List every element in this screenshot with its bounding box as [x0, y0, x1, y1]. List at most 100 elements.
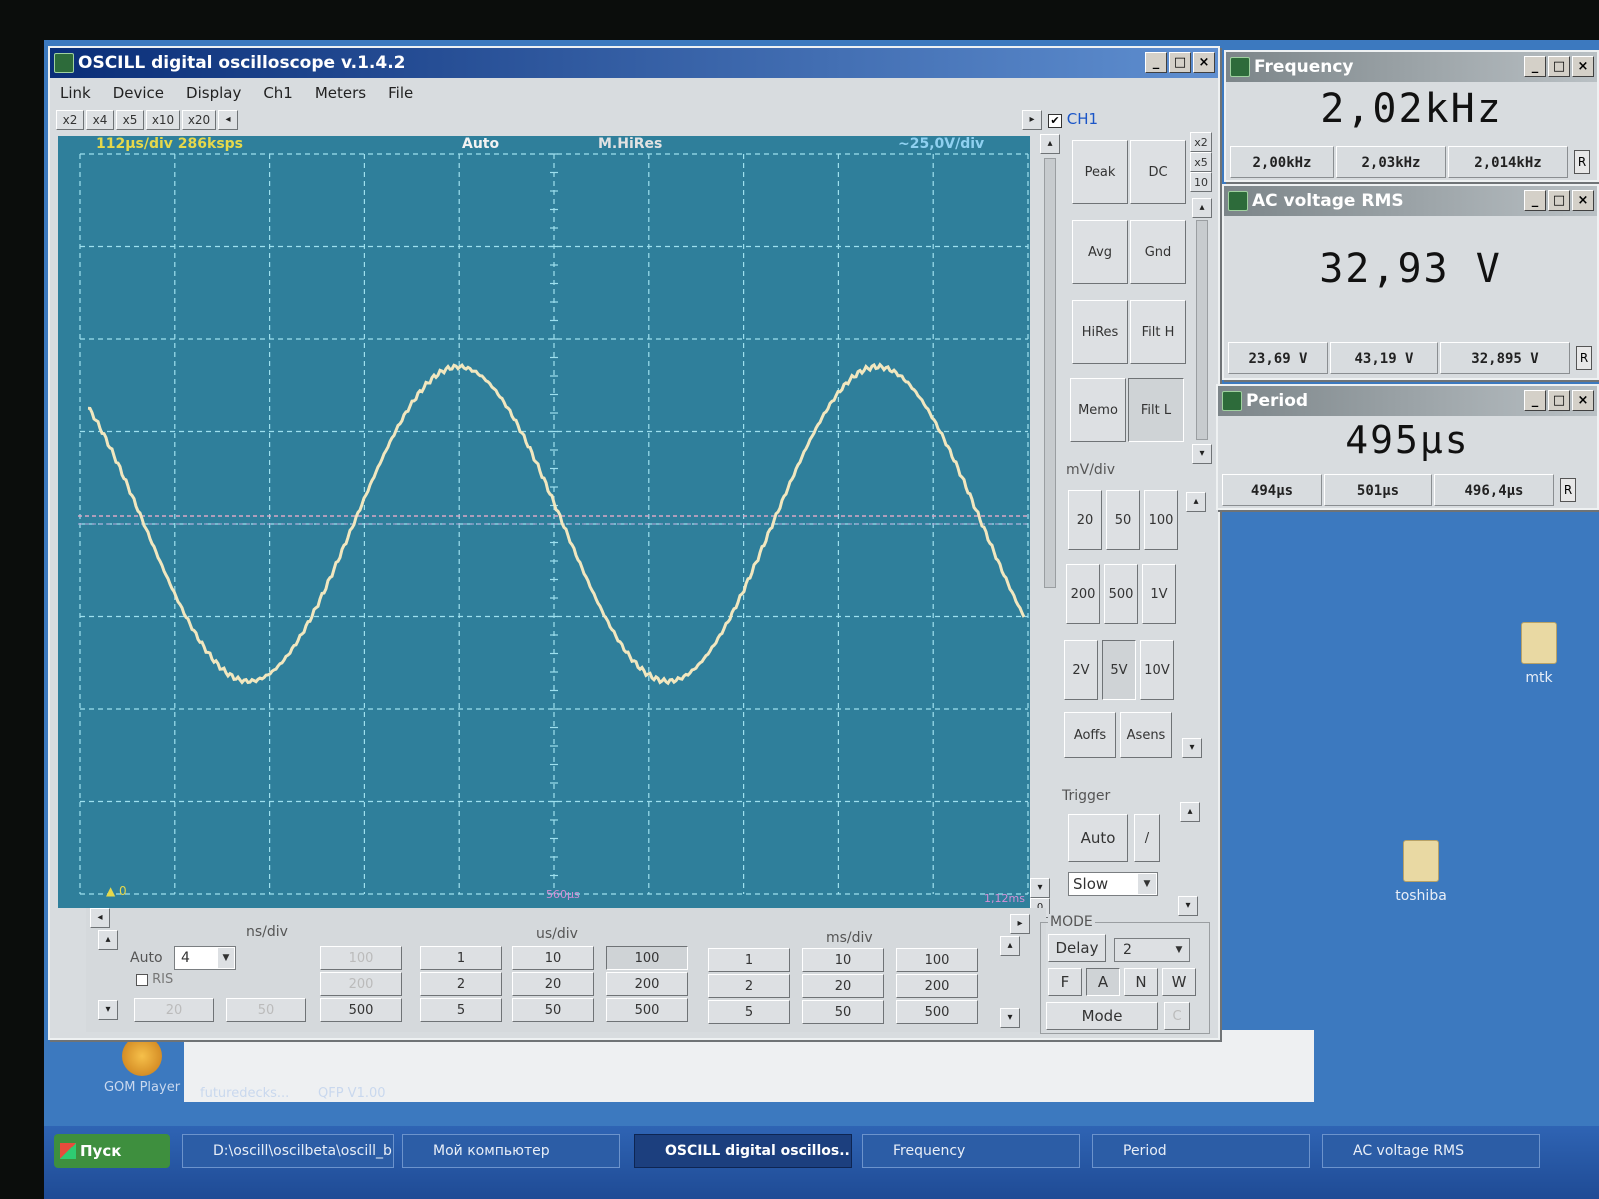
scroll-up-arrow-icon[interactable]: ▴	[1040, 134, 1060, 154]
voltage-title-bar[interactable]: AC voltage RMS _ □ ×	[1224, 186, 1597, 216]
peak-button[interactable]: Peak	[1072, 140, 1128, 204]
period-title-bar[interactable]: Period _ □ ×	[1218, 386, 1597, 416]
ms-5-button[interactable]: 5	[708, 1000, 790, 1024]
ms-20-button[interactable]: 20	[802, 974, 884, 998]
trigger-scroll-down-icon[interactable]: ▾	[1178, 896, 1198, 916]
us-100-button[interactable]: 100	[606, 946, 688, 970]
ms-50-button[interactable]: 50	[802, 1000, 884, 1024]
mode-c-button[interactable]: C	[1164, 1002, 1190, 1030]
scroll-left-arrow-icon[interactable]: ◂	[218, 110, 238, 130]
trigger-auto-button[interactable]: Auto	[1068, 814, 1128, 862]
scroll-down-arrow-icon[interactable]: ▾	[1030, 878, 1050, 898]
maximize-button[interactable]: □	[1548, 390, 1570, 411]
dc-button[interactable]: DC	[1130, 140, 1186, 204]
taskbar-item-folder[interactable]: D:\oscill\oscilbeta\oscill_b...	[182, 1134, 394, 1168]
hires-button[interactable]: HiRes	[1072, 300, 1128, 364]
minimize-button[interactable]: _	[1524, 56, 1546, 77]
ms-2-button[interactable]: 2	[708, 974, 790, 998]
time-scroll-down-icon[interactable]: ▾	[98, 1000, 118, 1020]
side-zoom-x5[interactable]: x5	[1190, 152, 1212, 172]
delay-select[interactable]: 2 ▼	[1114, 938, 1190, 962]
us-2-button[interactable]: 2	[420, 972, 502, 996]
period-reset-button[interactable]: R	[1560, 478, 1576, 502]
ris-checkbox[interactable]: RIS	[136, 972, 173, 987]
aoffs-button[interactable]: Aoffs	[1064, 712, 1116, 758]
mode-button[interactable]: Mode	[1046, 1002, 1158, 1030]
trigger-speed-select[interactable]: Slow ▼	[1068, 872, 1158, 896]
menu-file[interactable]: File	[388, 84, 413, 102]
volt-2v-button[interactable]: 2V	[1064, 640, 1098, 700]
delay-button[interactable]: Delay	[1048, 934, 1106, 962]
scroll-right-arrow-icon[interactable]: ▸	[1022, 110, 1042, 130]
side-slider[interactable]	[1196, 220, 1208, 440]
close-button[interactable]: ×	[1193, 52, 1215, 73]
volt-50-button[interactable]: 50	[1106, 490, 1140, 550]
menu-device[interactable]: Device	[113, 84, 164, 102]
us-1-button[interactable]: 1	[420, 946, 502, 970]
frequency-reset-button[interactable]: R	[1574, 150, 1590, 174]
taskbar-item-ac-voltage[interactable]: AC voltage RMS	[1322, 1134, 1540, 1168]
ns-20-button[interactable]: 20	[134, 998, 214, 1022]
us-500-button[interactable]: 500	[606, 998, 688, 1022]
maximize-button[interactable]: □	[1169, 52, 1191, 73]
filt-l-button[interactable]: Filt L	[1128, 378, 1184, 442]
ms-200-button[interactable]: 200	[896, 974, 978, 998]
scope-display[interactable]: 112μs/div 286ksps Auto M.HiRes ~25,0V/di…	[58, 136, 1030, 908]
minimize-button[interactable]: _	[1145, 52, 1167, 73]
trigger-scroll-up-icon[interactable]: ▴	[1180, 802, 1200, 822]
volt-200-button[interactable]: 200	[1066, 564, 1100, 624]
us-5-button[interactable]: 5	[420, 998, 502, 1022]
mode-w-button[interactable]: W	[1162, 968, 1196, 996]
close-button[interactable]: ×	[1572, 190, 1594, 211]
ns-50-button[interactable]: 50	[226, 998, 306, 1022]
volt-scroll-down-icon[interactable]: ▾	[1182, 738, 1202, 758]
volt-500-button[interactable]: 500	[1104, 564, 1138, 624]
mode-n-button[interactable]: N	[1124, 968, 1158, 996]
zoom-x20-button[interactable]: x20	[182, 110, 216, 130]
time-scroll-up-icon[interactable]: ▴	[98, 930, 118, 950]
offset-slider[interactable]	[1044, 158, 1056, 588]
volt-scroll-up-icon[interactable]: ▴	[1186, 492, 1206, 512]
asens-button[interactable]: Asens	[1120, 712, 1172, 758]
ms-scroll-up-icon[interactable]: ▴	[1000, 936, 1020, 956]
start-button[interactable]: Пуск	[54, 1134, 170, 1168]
us-20-button[interactable]: 20	[512, 972, 594, 996]
gnd-button[interactable]: Gnd	[1130, 220, 1186, 284]
volt-1v-button[interactable]: 1V	[1142, 564, 1176, 624]
volt-5v-button[interactable]: 5V	[1102, 640, 1136, 700]
hscroll-left-icon[interactable]: ◂	[90, 908, 110, 928]
zoom-x10-button[interactable]: x10	[146, 110, 180, 130]
minimize-button[interactable]: _	[1524, 190, 1546, 211]
taskbar-item-frequency[interactable]: Frequency	[862, 1134, 1080, 1168]
minimize-button[interactable]: _	[1524, 390, 1546, 411]
ms-500-button[interactable]: 500	[896, 1000, 978, 1024]
ms-10-button[interactable]: 10	[802, 948, 884, 972]
zoom-x4-button[interactable]: x4	[86, 110, 114, 130]
menu-meters[interactable]: Meters	[315, 84, 366, 102]
close-button[interactable]: ×	[1572, 390, 1594, 411]
close-button[interactable]: ×	[1572, 56, 1594, 77]
menu-display[interactable]: Display	[186, 84, 241, 102]
main-title-bar[interactable]: OSCILL digital oscilloscope v.1.4.2 _ □ …	[50, 48, 1218, 78]
mode-f-button[interactable]: F	[1048, 968, 1082, 996]
zoom-x2-button[interactable]: x2	[56, 110, 84, 130]
auto-select[interactable]: 4 ▼	[174, 946, 236, 970]
voltage-reset-button[interactable]: R	[1576, 346, 1592, 370]
taskbar-item-my-computer[interactable]: Мой компьютер	[402, 1134, 620, 1168]
ns-200-button[interactable]: 200	[320, 972, 402, 996]
ns-100-button[interactable]: 100	[320, 946, 402, 970]
gom-player-shortcut[interactable]: GOM Player	[100, 1030, 184, 1110]
us-200-button[interactable]: 200	[606, 972, 688, 996]
side-zoom-10[interactable]: 10	[1190, 172, 1212, 192]
zoom-x5-button[interactable]: x5	[116, 110, 144, 130]
trigger-edge-button[interactable]: /	[1134, 814, 1160, 862]
ms-scroll-down-icon[interactable]: ▾	[1000, 1008, 1020, 1028]
maximize-button[interactable]: □	[1548, 56, 1570, 77]
volt-20-button[interactable]: 20	[1068, 490, 1102, 550]
us-10-button[interactable]: 10	[512, 946, 594, 970]
taskbar-item-period[interactable]: Period	[1092, 1134, 1310, 1168]
hscroll-right-icon[interactable]: ▸	[1010, 914, 1030, 934]
ms-100-button[interactable]: 100	[896, 948, 978, 972]
ch1-toggle[interactable]: ✔ CH1	[1048, 110, 1098, 128]
frequency-title-bar[interactable]: Frequency _ □ ×	[1226, 52, 1597, 82]
